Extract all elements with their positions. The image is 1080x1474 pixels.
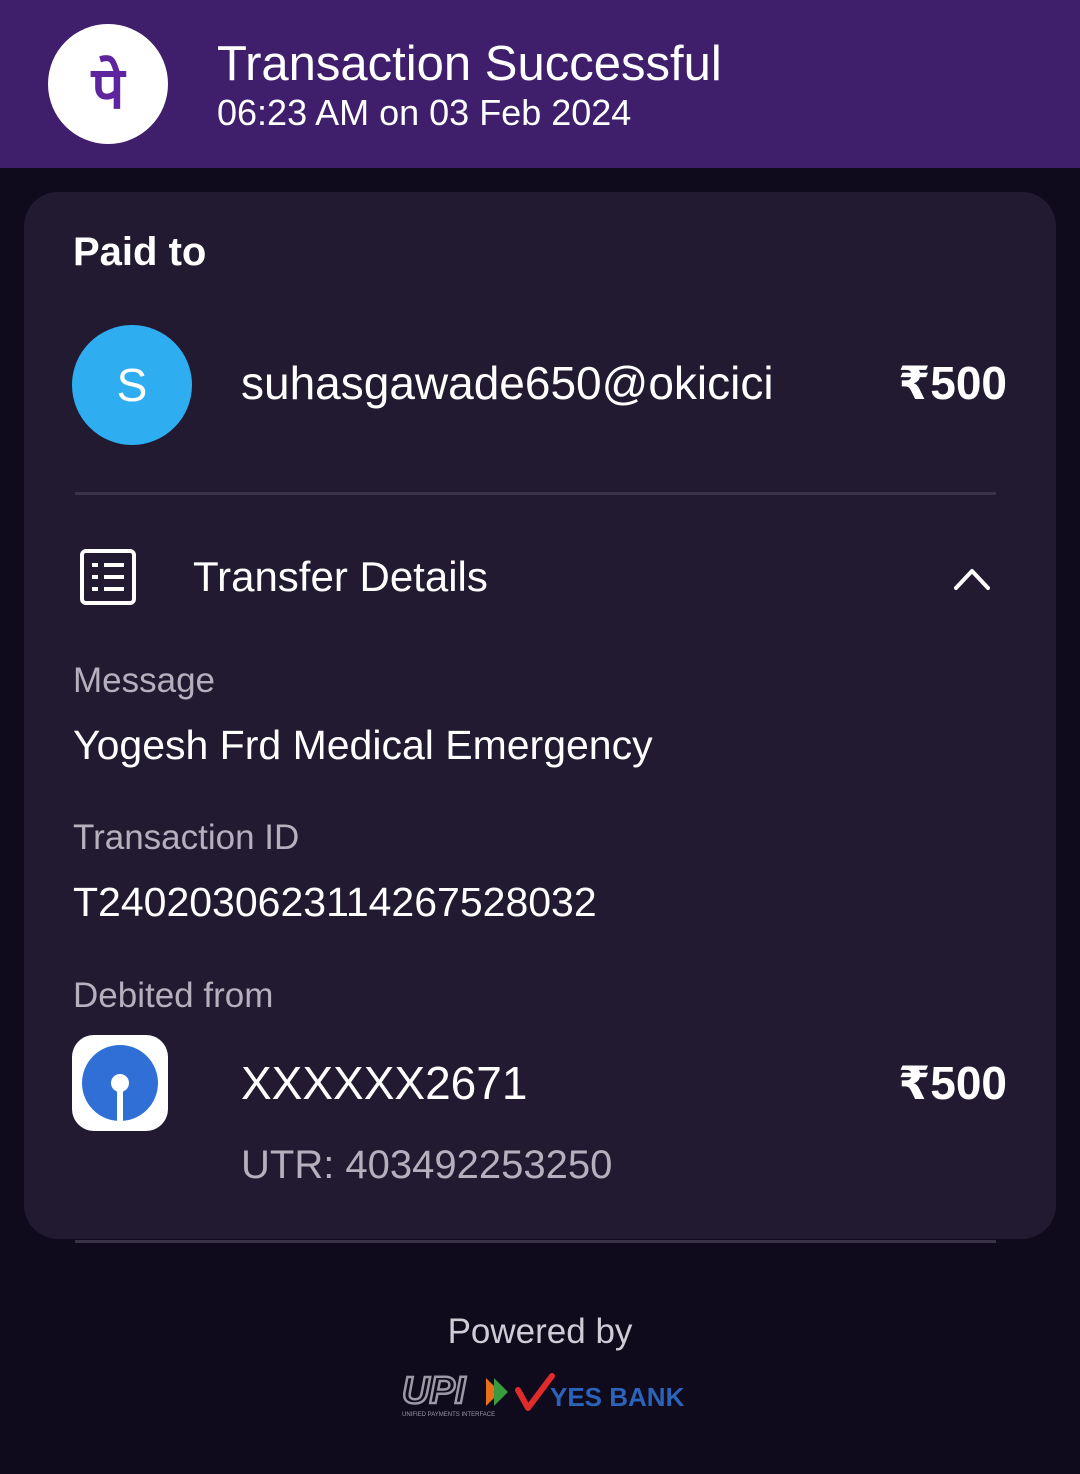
paid-amount: ₹500 xyxy=(898,357,1007,409)
receipt-list-icon xyxy=(79,548,137,611)
powered-by-label: Powered by xyxy=(447,1312,633,1351)
chevron-up-icon[interactable] xyxy=(950,560,994,601)
payee-avatar: S xyxy=(72,325,192,445)
transaction-id-value[interactable]: T2402030623114267528032 xyxy=(73,879,597,926)
divider xyxy=(75,492,996,495)
svg-text:YES BANK: YES BANK xyxy=(550,1382,685,1412)
header-bar: पे Transaction Successful 06:23 AM on 03… xyxy=(0,0,1080,168)
payee-upi-id: suhasgawade650@okicici xyxy=(241,357,774,409)
transaction-id-label: Transaction ID xyxy=(73,818,300,857)
yes-bank-logo-icon: YES BANK xyxy=(515,1373,685,1412)
message-label: Message xyxy=(73,661,216,700)
svg-text:UNIFIED PAYMENTS INTERFACE: UNIFIED PAYMENTS INTERFACE xyxy=(402,1412,495,1418)
debited-from-label: Debited from xyxy=(73,976,274,1015)
paid-to-label: Paid to xyxy=(73,230,207,274)
upi-logo-icon: UPI UNIFIED PAYMENTS INTERFACE xyxy=(401,1369,508,1418)
transfer-details-title[interactable]: Transfer Details xyxy=(193,553,488,601)
svg-text:UPI: UPI xyxy=(402,1372,467,1412)
debited-account-number: XXXXXX2671 xyxy=(241,1057,528,1109)
debited-amount: ₹500 xyxy=(898,1057,1007,1109)
header-title: Transaction Successful xyxy=(217,37,722,91)
message-value: Yogesh Frd Medical Emergency xyxy=(73,722,653,768)
partner-logos: UPI UNIFIED PAYMENTS INTERFACE YES BANK xyxy=(400,1369,690,1427)
divider xyxy=(75,1240,996,1243)
header-timestamp: 06:23 AM on 03 Feb 2024 xyxy=(217,92,632,133)
sbi-bank-icon xyxy=(72,1035,168,1131)
svg-text:पे: पे xyxy=(91,54,127,122)
utr-number[interactable]: UTR: 403492253250 xyxy=(241,1143,612,1188)
phonepe-logo-icon: पे xyxy=(48,24,168,144)
